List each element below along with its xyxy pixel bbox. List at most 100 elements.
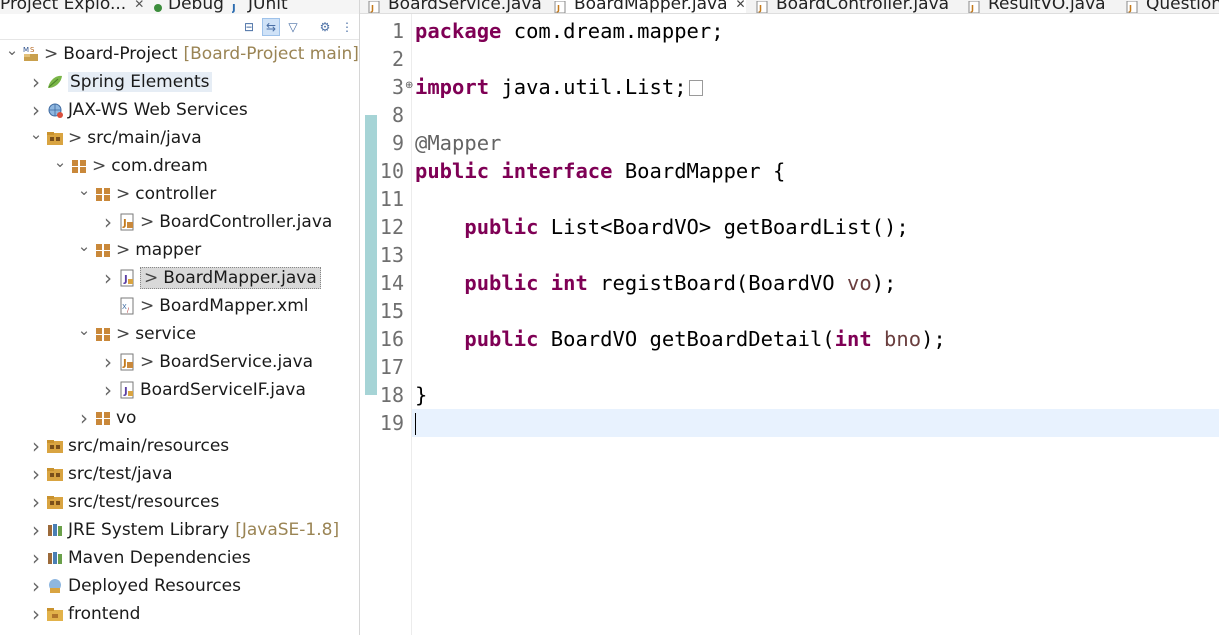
tree-item[interactable]: › src/test/java [0,460,173,488]
editor-tab-label: BoardController.java [776,0,950,14]
close-icon[interactable]: ✕ [736,0,746,11]
tree-item[interactable]: X / > BoardMapper.xml [0,292,309,320]
filter-icon[interactable]: ▽ [284,18,302,36]
tree-item[interactable]: ⌄ > service [0,320,196,348]
more-icon[interactable]: ⋮ [338,18,356,36]
tree-item[interactable]: ⌄ M S > Board-Project [Board-Project main] [0,40,359,68]
explorer-tab-0[interactable]: Project Explo... ✕ [0,0,144,14]
code-line[interactable]: package com.dream.mapper; [412,17,1219,45]
code-line[interactable]: public List<BoardVO> getBoardList(); [412,213,1219,241]
editor-tab-label: Question [1146,0,1219,14]
chevron-right-icon[interactable]: › [28,574,44,598]
editor-tab-2[interactable]: J BoardController.java [756,0,950,14]
tree-item-label-wrap: src/main/resources [68,436,229,456]
editor-tab-4[interactable]: J Question [1126,0,1219,14]
code-line[interactable] [412,409,1219,437]
folded-region-marker[interactable] [688,80,703,96]
spring-leaf-icon [46,73,64,91]
tree-item-label: com.dream [111,156,208,176]
tree-item-label: JAX-WS Web Services [68,100,248,120]
svg-text:J: J [1128,4,1132,13]
chevron-down-icon[interactable]: ⌄ [4,41,20,59]
code-line[interactable] [412,101,1219,129]
tree-item[interactable]: ⌄ > controller [0,180,217,208]
editor-tab-1[interactable]: J BoardMapper.java ✕ [554,0,746,14]
tree-item[interactable]: ⌄ > com.dream [0,152,208,180]
tree-item[interactable]: › JRE System Library [JavaSE-1.8] [0,516,339,544]
line-number: 13 [379,243,404,267]
chevron-down-icon[interactable]: ⌄ [76,321,92,339]
code-token: BoardVO getBoardDetail( [538,327,835,351]
tree-item[interactable]: › frontend [0,600,140,628]
line-number: 16 [379,327,404,351]
line-number: 2 [391,47,404,71]
code-area[interactable]: package com.dream.mapper; import java.uti… [412,14,1219,635]
code-line[interactable] [412,353,1219,381]
chevron-down-icon[interactable]: ⌄ [28,125,44,143]
editor-tab-3[interactable]: J ResultVO.java [968,0,1106,14]
project-explorer-panel: Project Explo... ✕ Debug J JUnit ⊟ ⇆ ▽ ⚙ ⋮ ⌄ M S > B… [0,0,360,635]
tree-item[interactable]: › J > BoardService.java [0,348,313,376]
close-icon[interactable]: ✕ [134,0,144,11]
chevron-right-icon[interactable]: › [28,70,44,94]
chevron-right-icon[interactable]: › [100,378,116,402]
package-icon [94,241,112,259]
java-file-icon: J [968,0,980,13]
tree-item[interactable]: › src/test/resources [0,488,219,516]
tree-item[interactable]: › J BoardServiceIF.java [0,376,306,404]
tree-item[interactable]: › src/main/resources [0,432,229,460]
chevron-right-icon[interactable]: › [28,98,44,122]
view-menu-icon[interactable]: ⚙ [316,18,334,36]
tree-item[interactable]: › Spring Elements [0,68,212,96]
chevron-right-icon[interactable]: › [28,518,44,542]
editor-tab-label: BoardMapper.java [574,0,728,14]
chevron-down-icon[interactable]: ⌄ [52,153,68,171]
link-with-editor-icon[interactable]: ⇆ [262,18,280,36]
code-line[interactable] [412,45,1219,73]
code-line[interactable] [412,185,1219,213]
change-ruler [360,14,378,635]
editor-tab-label: ResultVO.java [988,0,1106,14]
code-line[interactable]: public int registBoard(BoardVO vo); [412,269,1219,297]
tree-item-label: mapper [135,240,202,260]
chevron-right-icon[interactable]: › [28,602,44,626]
chevron-down-icon[interactable]: ⌄ [76,237,92,255]
keyword-token: public [415,159,490,183]
git-change-decoration: > [116,324,131,344]
tree-item[interactable]: › J > BoardController.java [0,208,332,236]
code-line[interactable]: @Mapper [412,129,1219,157]
tree-item[interactable]: › JAX-WS Web Services [0,96,248,124]
tree-item[interactable]: › vo [0,404,136,432]
java-file-icon: J [756,0,768,13]
svg-text:J: J [123,386,128,397]
tree-item[interactable]: › Deployed Resources [0,572,241,600]
chevron-right-icon[interactable]: › [100,350,116,374]
code-line[interactable]: public interface BoardMapper { [412,157,1219,185]
java-file-icon: J [118,353,136,371]
line-number: 10 [379,159,404,183]
tree-item[interactable]: ⌄ > mapper [0,236,202,264]
explorer-tab-2[interactable]: J JUnit [231,0,288,14]
tree-item[interactable]: › Maven Dependencies [0,544,251,572]
explorer-tab-1[interactable]: Debug [152,0,224,14]
chevron-right-icon[interactable]: › [100,210,116,234]
collapse-all-icon[interactable]: ⊟ [240,18,258,36]
chevron-right-icon[interactable]: › [100,266,116,290]
chevron-right-icon[interactable]: › [28,546,44,570]
tree-item-label-wrap: > Board-Project [44,44,178,64]
tree-item[interactable]: › J > BoardMapper.java [0,264,321,292]
code-line[interactable] [412,297,1219,325]
chevron-right-icon[interactable]: › [28,490,44,514]
chevron-right-icon[interactable]: › [28,434,44,458]
chevron-right-icon[interactable]: › [76,406,92,430]
chevron-down-icon[interactable]: ⌄ [76,181,92,199]
tree-item[interactable]: ⌄ > src/main/java [0,124,202,152]
chevron-right-icon[interactable]: › [28,462,44,486]
git-change-decoration: > [140,212,155,232]
code-line[interactable] [412,241,1219,269]
code-line[interactable]: } [412,381,1219,409]
quick-diff-change-bar [365,115,377,395]
code-line[interactable]: public BoardVO getBoardDetail(int bno); [412,325,1219,353]
code-line[interactable]: import java.util.List; [412,73,1219,101]
editor-tab-0[interactable]: J BoardService.java [368,0,542,13]
